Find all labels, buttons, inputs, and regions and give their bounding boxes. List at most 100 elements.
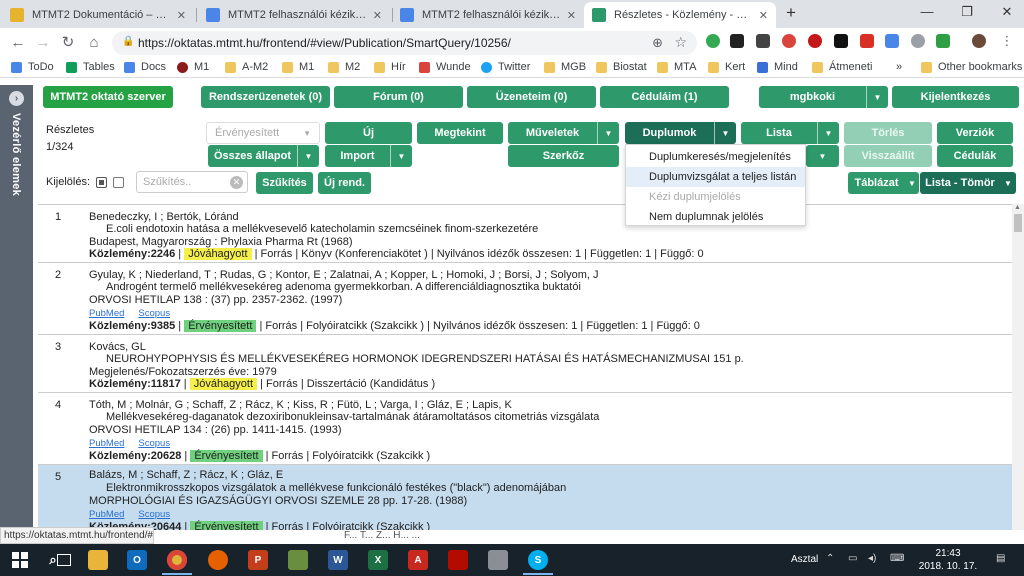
list-item[interactable]: 2 Gyulay, K ; Niederland, T ; Rudas, G ;… — [38, 263, 1012, 335]
import-button[interactable]: Import ▼ — [325, 145, 412, 167]
browser-tab-active[interactable]: Részletes - Közlemény - Mtmt2 ✕ — [584, 2, 776, 28]
record-id[interactable]: Közlemény:11817 — [89, 378, 181, 390]
list-item[interactable]: 4 Tóth, M ; Molnár, G ; Schaff, Z ; Rácz… — [38, 393, 1012, 465]
chevron-down-icon[interactable]: ▼ — [866, 86, 888, 108]
close-icon[interactable]: ✕ — [759, 9, 768, 22]
bookmark-docs[interactable]: Docs — [124, 61, 166, 73]
extension-d-icon[interactable] — [730, 34, 744, 48]
pdf-icon[interactable] — [448, 550, 468, 570]
chevron-down-icon[interactable]: ▼ — [297, 145, 319, 167]
select-none-checkbox[interactable] — [113, 177, 124, 188]
extension-play-icon[interactable] — [808, 34, 822, 48]
bookmark-biostat[interactable]: Biostat — [596, 61, 647, 73]
list-item[interactable]: 1 Benedeczky, I ; Bertók, Lóránd E.coli … — [38, 205, 1012, 263]
bookmark-atmeneti[interactable]: Átmeneti — [812, 61, 872, 73]
keyboard-icon[interactable]: ⌨ — [890, 553, 904, 564]
speaker-icon[interactable]: ◂) — [868, 553, 876, 564]
file-explorer-icon[interactable] — [88, 550, 108, 570]
new-sort-button[interactable]: Új rend. — [318, 172, 371, 194]
chevron-down-icon[interactable]: ▼ — [1000, 172, 1016, 194]
list-item[interactable]: 3 Kovács, GL NEUROHYPOPHYSIS ÉS MELLÉKVE… — [38, 335, 1012, 393]
task-view-icon[interactable] — [57, 554, 71, 566]
scopus-link[interactable]: Scopus — [138, 308, 170, 319]
zoom-icon[interactable]: ⊕ — [652, 35, 663, 51]
firefox-icon[interactable] — [208, 550, 228, 570]
browser-tab-2[interactable]: MTMT2 felhasználói kézikönyv Sz ✕ — [198, 2, 390, 28]
extension-g-icon[interactable] — [834, 34, 848, 48]
scrollbar-thumb[interactable] — [1014, 214, 1022, 232]
extension-dots-icon[interactable] — [860, 34, 874, 48]
filter-button[interactable]: Szűkítés — [256, 172, 313, 194]
bookmark-kert[interactable]: Kert — [708, 61, 745, 73]
bookmark-other[interactable]: Other bookmarks — [921, 61, 1022, 73]
tickets-button[interactable]: Cédulák — [937, 145, 1013, 167]
chevron-down-icon[interactable]: ▼ — [806, 145, 839, 167]
versions-button[interactable]: Verziók — [937, 122, 1013, 144]
bookmark-m2[interactable]: M2 — [328, 61, 360, 73]
bookmark-a-m2[interactable]: A-M2 — [225, 61, 268, 73]
panel-toggle-chevron-icon[interactable]: › — [9, 91, 24, 106]
chevron-down-icon[interactable]: ▼ — [817, 122, 839, 144]
minimize-icon[interactable]: — — [912, 4, 942, 19]
notifications-icon[interactable]: ▤ — [996, 553, 1005, 564]
bookmark-wunde[interactable]: Wunde — [419, 61, 471, 73]
network-icon[interactable]: ▭ — [848, 553, 857, 564]
word-app-icon[interactable]: W — [328, 550, 348, 570]
duplicates-button[interactable]: Duplumok ▼ — [625, 122, 736, 144]
forward-icon[interactable]: → — [33, 34, 53, 52]
extension-headset-icon[interactable] — [911, 34, 925, 48]
scopus-link[interactable]: Scopus — [138, 438, 170, 449]
delete-button[interactable]: Törlés — [844, 122, 932, 144]
home-icon[interactable]: ⌂ — [84, 34, 104, 52]
desktop-label[interactable]: Asztal — [791, 554, 818, 565]
new-tab-button[interactable]: + — [776, 3, 806, 23]
bookmark-hir[interactable]: Hír — [374, 61, 406, 73]
menu-item-mark-not-duplicate[interactable]: Nem duplumnak jelölés — [626, 207, 805, 227]
server-button[interactable]: MTMT2 oktató szerver — [43, 86, 173, 108]
clear-icon[interactable]: ✕ — [230, 176, 243, 189]
bookmark-mind[interactable]: Mind — [757, 61, 798, 73]
pubmed-link[interactable]: PubMed — [89, 308, 124, 319]
bookmark-twitter[interactable]: Twitter — [481, 61, 530, 73]
app-grey-icon[interactable] — [488, 550, 508, 570]
filter-input[interactable]: Szűkítés.. ✕ — [136, 171, 248, 193]
record-id[interactable]: Közlemény:2246 — [89, 248, 175, 260]
scopus-link[interactable]: Scopus — [138, 509, 170, 520]
profile-avatar[interactable] — [972, 34, 986, 48]
outlook-icon[interactable]: O — [127, 550, 147, 570]
pubmed-link[interactable]: PubMed — [89, 438, 124, 449]
scroll-up-arrow-icon[interactable]: ▲ — [1014, 204, 1021, 211]
extension-plus-icon[interactable] — [706, 34, 720, 48]
chevron-down-icon[interactable]: ▼ — [390, 145, 412, 167]
table-view-button[interactable]: Táblázat ▼ — [848, 172, 919, 194]
pubmed-link[interactable]: PubMed — [89, 509, 124, 520]
extension-red-icon[interactable] — [782, 34, 796, 48]
all-states-button[interactable]: Összes állapot ▼ — [208, 145, 319, 167]
extension-snow-icon[interactable] — [885, 34, 899, 48]
bookmark-star-icon[interactable]: ☆ — [674, 34, 687, 51]
logout-button[interactable]: Kijelentkezés — [892, 86, 1019, 108]
close-icon[interactable]: ✕ — [373, 9, 382, 22]
menu-item-duplicate-search[interactable]: Duplumkeresés/megjelenítés — [626, 147, 805, 167]
bookmark-todo[interactable]: ToDo — [11, 61, 54, 73]
browser-tab-1[interactable]: MTMT2 Dokumentáció – Google ✕ — [2, 2, 194, 28]
user-menu-button[interactable]: mgbkoki ▼ — [759, 86, 888, 108]
chrome-icon[interactable] — [167, 550, 187, 570]
excel-icon[interactable]: X — [368, 550, 388, 570]
restore-button[interactable]: Visszaállít — [844, 145, 932, 167]
bookmark-mta[interactable]: MTA — [657, 61, 696, 73]
list-item-selected[interactable]: 5 Balázs, M ; Schaff, Z ; Rácz, K ; Gláz… — [38, 465, 1012, 530]
chevron-down-icon[interactable]: ▼ — [714, 122, 736, 144]
close-icon[interactable]: ✕ — [177, 9, 186, 22]
forum-button[interactable]: Fórum (0) — [334, 86, 463, 108]
vertical-scrollbar[interactable]: ▲ — [1012, 204, 1024, 530]
extension-check-icon[interactable] — [936, 34, 950, 48]
bookmark-mgb[interactable]: MGB — [544, 61, 586, 73]
chevron-down-icon[interactable]: ▼ — [905, 172, 919, 194]
address-bar[interactable]: 🔒 https://oktatas.mtmt.hu/frontend/#view… — [112, 31, 697, 55]
windows-start-icon[interactable] — [10, 550, 30, 570]
list-button[interactable]: Lista ▼ — [741, 122, 839, 144]
extension-pen-icon[interactable] — [756, 34, 770, 48]
back-icon[interactable]: ← — [8, 34, 28, 52]
tray-chevron-icon[interactable]: ⌃ — [826, 553, 834, 564]
